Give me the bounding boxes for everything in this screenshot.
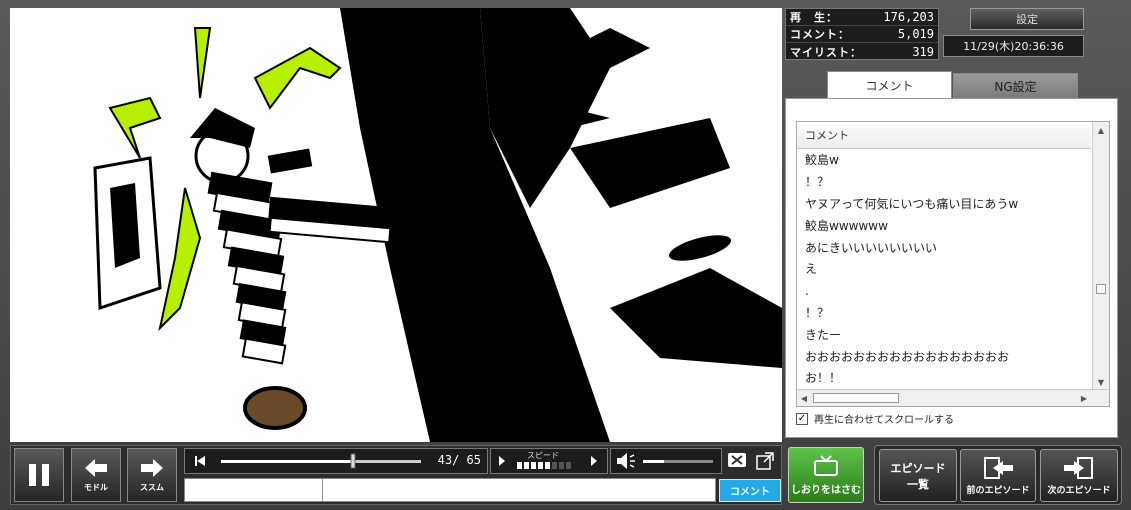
- horizontal-scroll-thumb[interactable]: [813, 393, 899, 403]
- bookmark-button[interactable]: しおりをはさむ: [788, 447, 864, 503]
- current-time: 43: [437, 453, 453, 467]
- forward-button[interactable]: ススム: [127, 448, 177, 502]
- next-episode-icon: [1064, 456, 1093, 479]
- comments-count-value: 5,019: [897, 27, 934, 41]
- tab-comment[interactable]: コメント: [827, 71, 952, 99]
- seek-area: 43/ 65: [184, 448, 488, 474]
- sync-scroll-option[interactable]: ✓ 再生に合わせてスクロールする: [796, 411, 954, 426]
- list-item[interactable]: 鮫島wwwwww: [797, 214, 1109, 236]
- scroll-left-icon[interactable]: ◀: [797, 390, 811, 406]
- episode-list-button[interactable]: エピソード 一覧: [879, 449, 957, 502]
- comment-panel: コメント 鮫島w ！？ ヤヌアって何気にいつも痛い目にあうw 鮫島wwwwww …: [785, 98, 1118, 438]
- mylist-value: 319: [912, 44, 934, 59]
- tab-ng-settings[interactable]: NG設定: [953, 73, 1078, 99]
- list-item[interactable]: ヤヌアって何気にいつも痛い目にあうw: [797, 193, 1109, 215]
- arrow-right-icon: [141, 458, 163, 477]
- list-item[interactable]: きたー: [797, 323, 1109, 345]
- pause-icon: [29, 464, 49, 486]
- plays-value: 176,203: [883, 10, 934, 24]
- comment-submit-button[interactable]: コメント: [719, 479, 781, 502]
- speaker-icon: [617, 453, 627, 469]
- episode-list-label-line1: エピソード: [890, 461, 946, 475]
- list-item[interactable]: .: [797, 280, 1109, 302]
- plays-row: 再 生： 176,203: [786, 9, 938, 26]
- horizontal-scrollbar[interactable]: ◀ ▶: [797, 389, 1109, 406]
- speed-up-icon: [591, 456, 597, 466]
- speed-down-icon: [499, 456, 505, 466]
- arrow-left-icon: [85, 458, 107, 477]
- datetime-display: 11/29(木)20:36:36: [943, 35, 1084, 57]
- list-item[interactable]: おおおおおおおおおおおおおおおおお: [797, 345, 1109, 367]
- scroll-up-icon[interactable]: ▲: [1093, 122, 1109, 138]
- prev-episode-button[interactable]: 前のエピソード: [960, 449, 1036, 502]
- comment-column-header[interactable]: コメント: [797, 122, 1091, 149]
- volume-control[interactable]: [610, 448, 722, 474]
- settings-button[interactable]: 設定: [970, 8, 1084, 30]
- sync-scroll-checkbox[interactable]: ✓: [796, 412, 808, 425]
- prev-episode-icon: [984, 456, 1013, 479]
- prev-episode-label: 前のエピソード: [966, 485, 1030, 496]
- scroll-right-icon[interactable]: ▶: [1077, 390, 1091, 406]
- manga-frame-image: [10, 8, 782, 442]
- bookmark-label: しおりをはさむ: [791, 484, 861, 496]
- next-episode-label: 次のエピソード: [1047, 485, 1111, 496]
- list-item[interactable]: お！！: [797, 367, 1109, 389]
- speed-control: スピード: [490, 448, 608, 474]
- comment-off-icon: [728, 453, 746, 467]
- volume-control-graphic: [617, 453, 713, 469]
- mylist-label: マイリスト：: [790, 45, 862, 59]
- forward-label: ススム: [140, 482, 164, 492]
- next-episode-button[interactable]: 次のエピソード: [1040, 449, 1118, 502]
- video-canvas[interactable]: [10, 8, 782, 442]
- stats-panel: 再 生： 176,203 コメント： 5,019 マイリスト： 319: [785, 8, 939, 60]
- pause-button[interactable]: [14, 448, 64, 502]
- episode-list-label-line2: 一覧: [907, 477, 929, 491]
- command-field-divider: [322, 479, 323, 501]
- list-item[interactable]: あにきいいいいいいいい: [797, 236, 1109, 258]
- scroll-down-icon[interactable]: ▼: [1093, 374, 1109, 390]
- back-button[interactable]: モドル: [71, 448, 121, 502]
- speed-control-graphic: スピード: [499, 451, 597, 469]
- speed-label: スピード: [527, 451, 559, 460]
- fullscreen-icon: [756, 452, 774, 470]
- total-time: 65: [466, 453, 481, 467]
- comment-list[interactable]: コメント 鮫島w ！？ ヤヌアって何気にいつも痛い目にあうw 鮫島wwwwww …: [796, 121, 1110, 407]
- tv-icon: [814, 454, 838, 476]
- fullscreen-button[interactable]: [754, 450, 776, 472]
- comments-count-row: コメント： 5,019: [786, 26, 938, 43]
- skip-to-start-icon: [197, 456, 205, 466]
- sync-scroll-label: 再生に合わせてスクロールする: [814, 415, 954, 426]
- vertical-scrollbar[interactable]: ▲ ▼: [1092, 122, 1109, 390]
- comment-toggle-button[interactable]: [726, 450, 748, 472]
- list-item[interactable]: ！？: [797, 171, 1109, 193]
- vertical-scroll-thumb[interactable]: [1096, 284, 1106, 294]
- list-item[interactable]: ！？: [797, 302, 1109, 324]
- plays-label: 再 生：: [790, 11, 838, 24]
- comments-count-label: コメント：: [790, 28, 850, 41]
- back-label: モドル: [84, 482, 108, 492]
- comment-input[interactable]: [184, 478, 716, 502]
- mylist-row: マイリスト： 319: [786, 43, 938, 60]
- list-item[interactable]: え: [797, 258, 1109, 280]
- time-display: 43/ 65: [437, 453, 481, 467]
- list-item[interactable]: 鮫島w: [797, 149, 1109, 171]
